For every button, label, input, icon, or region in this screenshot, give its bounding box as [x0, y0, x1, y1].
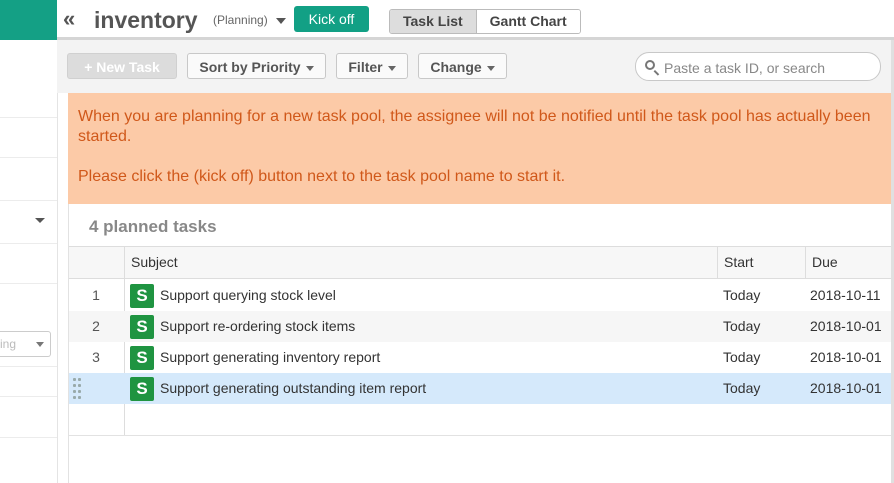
row-number: 1: [92, 287, 100, 303]
kick-off-button[interactable]: Kick off: [294, 6, 369, 32]
empty-row: [69, 404, 893, 436]
chevron-down-icon: [36, 342, 44, 347]
page-title: inventory: [94, 7, 198, 33]
notice-line-1: When you are planning for a new task poo…: [78, 108, 871, 145]
left-pane-header: [0, 0, 57, 40]
column-divider: [805, 246, 806, 279]
task-due: 2018-10-01: [810, 380, 882, 396]
left-pane-divider: [0, 117, 57, 118]
task-type-badge: S: [130, 284, 154, 308]
column-due[interactable]: Due: [812, 247, 838, 278]
task-start: Today: [723, 380, 761, 396]
left-pane-divider: [0, 366, 57, 367]
left-pane-select-text: ing: [0, 337, 17, 351]
drag-handle-icon[interactable]: [73, 378, 83, 400]
top-bar: « inventory (Planning) Kick off Task Lis…: [57, 0, 894, 40]
table-row[interactable]: 3 S Support generating inventory report …: [69, 342, 893, 373]
task-subject[interactable]: Support generating inventory report: [160, 342, 380, 373]
left-pane: ing: [0, 0, 58, 483]
row-number: 2: [92, 318, 100, 334]
column-subject[interactable]: Subject: [131, 247, 178, 278]
task-due: 2018-10-01: [810, 349, 882, 365]
task-count: 4 planned tasks: [89, 217, 217, 236]
task-start: Today: [723, 287, 761, 303]
planning-notice: When you are planning for a new task poo…: [68, 93, 892, 204]
search-input[interactable]: [662, 56, 876, 79]
column-divider: [717, 246, 718, 279]
notice-line-2: Please click the (kick off) button next …: [78, 168, 566, 185]
left-pane-divider: [0, 243, 57, 244]
collapse-icon[interactable]: «: [63, 6, 75, 32]
task-type-badge: S: [130, 377, 154, 401]
tab-task-list[interactable]: Task List: [390, 10, 477, 33]
left-pane-divider: [0, 396, 57, 397]
chevron-down-icon[interactable]: [276, 18, 286, 24]
table-row[interactable]: 2 S Support re-ordering stock items Toda…: [69, 311, 893, 342]
tab-gantt-chart[interactable]: Gantt Chart: [476, 10, 580, 33]
sort-by-priority-button[interactable]: Sort by Priority: [187, 53, 326, 79]
change-label: Change: [430, 59, 482, 75]
filter-button[interactable]: Filter: [336, 53, 408, 79]
table-header: Subject Start Due: [69, 246, 893, 279]
left-pane-divider: [0, 437, 57, 438]
left-pane-divider: [0, 283, 57, 284]
status-label: (Planning): [213, 13, 268, 27]
task-due: 2018-10-11: [810, 287, 881, 303]
toolbar: + New Task Sort by Priority Filter Chang…: [57, 40, 894, 93]
table-row[interactable]: S Support generating outstanding item re…: [69, 373, 893, 404]
chevron-down-icon: [486, 65, 495, 71]
chevron-down-icon: [387, 65, 396, 71]
task-subject[interactable]: Support generating outstanding item repo…: [160, 373, 426, 404]
sort-label: Sort by Priority: [199, 59, 301, 75]
task-due: 2018-10-01: [810, 318, 882, 334]
search-icon: [645, 60, 655, 70]
column-start[interactable]: Start: [724, 247, 754, 278]
left-pane-divider: [0, 157, 57, 158]
left-pane-divider: [0, 200, 57, 201]
task-start: Today: [723, 318, 761, 334]
task-type-badge: S: [130, 346, 154, 370]
row-number: 3: [92, 349, 100, 365]
table-row[interactable]: 1 S Support querying stock level Today 2…: [69, 280, 893, 311]
task-subject[interactable]: Support re-ordering stock items: [160, 311, 355, 342]
new-task-button[interactable]: + New Task: [67, 53, 177, 79]
filter-label: Filter: [348, 59, 383, 75]
left-pane-select[interactable]: ing: [0, 331, 51, 357]
task-start: Today: [723, 349, 761, 365]
task-subject[interactable]: Support querying stock level: [160, 280, 336, 311]
task-type-badge: S: [130, 315, 154, 339]
chevron-down-icon[interactable]: [35, 218, 45, 223]
change-button[interactable]: Change: [418, 53, 507, 79]
search-box: [635, 52, 881, 81]
chevron-down-icon: [305, 65, 314, 71]
task-list: 4 planned tasks Subject Start Due 1 S Su…: [68, 204, 893, 483]
view-tabs: Task List Gantt Chart: [389, 9, 581, 34]
